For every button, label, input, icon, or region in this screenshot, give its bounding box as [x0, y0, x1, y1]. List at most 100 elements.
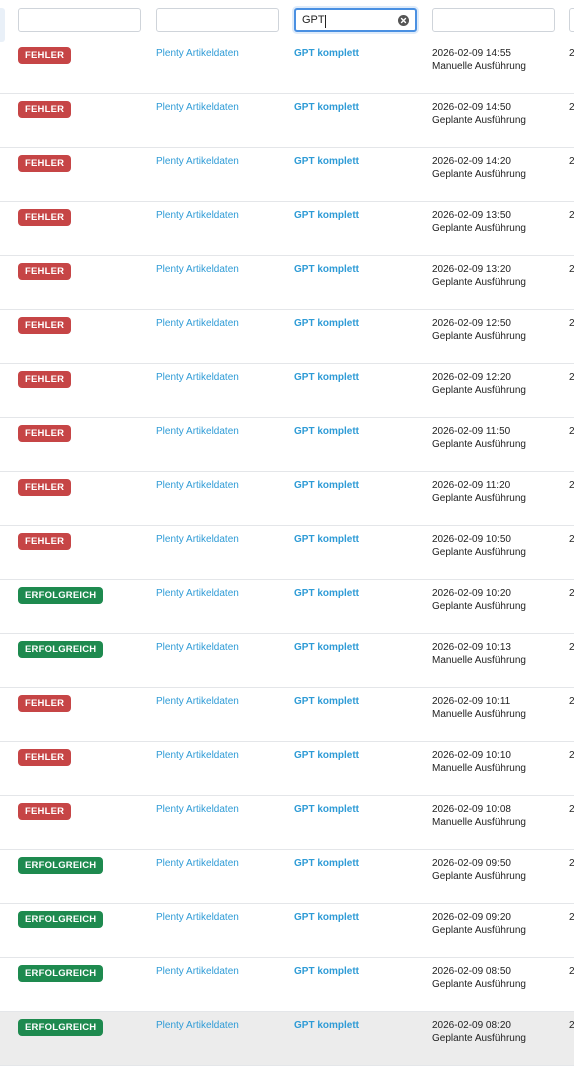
job-link[interactable]: GPT komplett — [294, 912, 359, 923]
source-link[interactable]: Plenty Artikeldaten — [156, 534, 239, 545]
next-column-cell: 2 — [569, 210, 574, 221]
table-row[interactable]: FEHLER Plenty Artikeldaten GPT komplett 202… — [0, 472, 574, 526]
table-row[interactable]: FEHLER Plenty Artikeldaten GPT komplett 202… — [0, 40, 574, 94]
filter-status-input[interactable] — [19, 9, 140, 31]
job-link[interactable]: GPT komplett — [294, 102, 359, 113]
filter-source-input[interactable] — [157, 9, 278, 31]
source-link[interactable]: Plenty Artikeldaten — [156, 48, 239, 59]
filter-date-input[interactable] — [433, 9, 554, 31]
job-link[interactable]: GPT komplett — [294, 480, 359, 491]
status-badge: FEHLER — [18, 479, 72, 496]
filter-next-column[interactable] — [569, 8, 574, 32]
run-type: Geplante Ausführung — [432, 547, 526, 558]
job-link[interactable]: GPT komplett — [294, 1020, 359, 1031]
job-link[interactable]: GPT komplett — [294, 588, 359, 599]
next-column-cell: 2 — [569, 912, 574, 923]
status-badge: ERFOLGREICH — [18, 1019, 104, 1036]
run-datetime: 2026-02-09 10:20 — [432, 588, 511, 599]
job-link[interactable]: GPT komplett — [294, 750, 359, 761]
job-link[interactable]: GPT komplett — [294, 264, 359, 275]
job-link[interactable]: GPT komplett — [294, 804, 359, 815]
filter-status[interactable] — [18, 8, 141, 32]
status-badge: FEHLER — [18, 47, 72, 64]
source-link[interactable]: Plenty Artikeldaten — [156, 696, 239, 707]
source-link[interactable]: Plenty Artikeldaten — [156, 1020, 239, 1031]
source-link[interactable]: Plenty Artikeldaten — [156, 426, 239, 437]
run-type: Geplante Ausführung — [432, 1033, 526, 1044]
job-link[interactable]: GPT komplett — [294, 642, 359, 653]
next-column-cell: 2 — [569, 588, 574, 599]
run-type: Geplante Ausführung — [432, 493, 526, 504]
source-link[interactable]: Plenty Artikeldaten — [156, 156, 239, 167]
filter-job[interactable] — [294, 8, 417, 32]
job-link[interactable]: GPT komplett — [294, 156, 359, 167]
table-row[interactable]: ERFOLGREICH Plenty Artikeldaten GPT komple… — [0, 580, 574, 634]
table-row[interactable]: FEHLER Plenty Artikeldaten GPT komplett 202… — [0, 310, 574, 364]
status-badge: ERFOLGREICH — [18, 641, 104, 658]
run-type: Geplante Ausführung — [432, 331, 526, 342]
table-row[interactable]: FEHLER Plenty Artikeldaten GPT komplett 202… — [0, 742, 574, 796]
source-link[interactable]: Plenty Artikeldaten — [156, 642, 239, 653]
filter-source[interactable] — [156, 8, 279, 32]
source-link[interactable]: Plenty Artikeldaten — [156, 858, 239, 869]
status-badge: FEHLER — [18, 749, 72, 766]
job-link[interactable]: GPT komplett — [294, 426, 359, 437]
table-row[interactable]: FEHLER Plenty Artikeldaten GPT komplett 202… — [0, 526, 574, 580]
table-row[interactable]: ERFOLGREICH Plenty Artikeldaten GPT komple… — [0, 634, 574, 688]
run-type: Geplante Ausführung — [432, 385, 526, 396]
run-datetime: 2026-02-09 12:20 — [432, 372, 511, 383]
run-type: Manuelle Ausführung — [432, 655, 526, 666]
source-link[interactable]: Plenty Artikeldaten — [156, 372, 239, 383]
run-datetime: 2026-02-09 13:50 — [432, 210, 511, 221]
job-link[interactable]: GPT komplett — [294, 534, 359, 545]
next-column-cell: 2 — [569, 480, 574, 491]
source-link[interactable]: Plenty Artikeldaten — [156, 318, 239, 329]
table-row[interactable]: FEHLER Plenty Artikeldaten GPT komplett 202… — [0, 94, 574, 148]
table-row[interactable]: ERFOLGREICH Plenty Artikeldaten GPT komple… — [0, 904, 574, 958]
job-link[interactable]: GPT komplett — [294, 858, 359, 869]
run-datetime: 2026-02-09 09:50 — [432, 858, 511, 869]
next-column-cell: 2 — [569, 48, 574, 59]
status-badge: ERFOLGREICH — [18, 911, 104, 928]
table-row[interactable]: ERFOLGREICH Plenty Artikeldaten GPT komple… — [0, 1012, 574, 1066]
table-row[interactable]: FEHLER Plenty Artikeldaten GPT komplett 202… — [0, 688, 574, 742]
next-column-cell: 2 — [569, 426, 574, 437]
table-row[interactable]: FEHLER Plenty Artikeldaten GPT komplett 202… — [0, 256, 574, 310]
run-type: Manuelle Ausführung — [432, 817, 526, 828]
runs-table: FEHLER Plenty Artikeldaten GPT komplett 202… — [0, 40, 574, 1066]
job-link[interactable]: GPT komplett — [294, 210, 359, 221]
source-link[interactable]: Plenty Artikeldaten — [156, 588, 239, 599]
job-link[interactable]: GPT komplett — [294, 48, 359, 59]
source-link[interactable]: Plenty Artikeldaten — [156, 966, 239, 977]
clear-x-circle-icon[interactable] — [398, 15, 409, 26]
job-link[interactable]: GPT komplett — [294, 696, 359, 707]
source-link[interactable]: Plenty Artikeldaten — [156, 210, 239, 221]
status-badge: FEHLER — [18, 101, 72, 118]
job-link[interactable]: GPT komplett — [294, 318, 359, 329]
table-row[interactable]: ERFOLGREICH Plenty Artikeldaten GPT komple… — [0, 850, 574, 904]
table-row[interactable]: FEHLER Plenty Artikeldaten GPT komplett 202… — [0, 202, 574, 256]
source-link[interactable]: Plenty Artikeldaten — [156, 750, 239, 761]
run-type: Geplante Ausführung — [432, 925, 526, 936]
next-column-cell: 2 — [569, 804, 574, 815]
table-row[interactable]: FEHLER Plenty Artikeldaten GPT komplett 202… — [0, 418, 574, 472]
source-link[interactable]: Plenty Artikeldaten — [156, 480, 239, 491]
table-row[interactable]: FEHLER Plenty Artikeldaten GPT komplett 202… — [0, 148, 574, 202]
filter-date[interactable] — [432, 8, 555, 32]
status-badge: FEHLER — [18, 371, 72, 388]
run-type: Manuelle Ausführung — [432, 709, 526, 720]
table-row[interactable]: FEHLER Plenty Artikeldaten GPT komplett 202… — [0, 364, 574, 418]
run-type: Geplante Ausführung — [432, 979, 526, 990]
source-link[interactable]: Plenty Artikeldaten — [156, 264, 239, 275]
next-column-cell: 2 — [569, 264, 574, 275]
filter-bar — [0, 0, 574, 40]
job-link[interactable]: GPT komplett — [294, 372, 359, 383]
table-row[interactable]: FEHLER Plenty Artikeldaten GPT komplett 202… — [0, 796, 574, 850]
source-link[interactable]: Plenty Artikeldaten — [156, 912, 239, 923]
source-link[interactable]: Plenty Artikeldaten — [156, 102, 239, 113]
run-type: Manuelle Ausführung — [432, 61, 526, 72]
next-column-cell: 2 — [569, 1020, 574, 1031]
job-link[interactable]: GPT komplett — [294, 966, 359, 977]
source-link[interactable]: Plenty Artikeldaten — [156, 804, 239, 815]
table-row[interactable]: ERFOLGREICH Plenty Artikeldaten GPT komple… — [0, 958, 574, 1012]
